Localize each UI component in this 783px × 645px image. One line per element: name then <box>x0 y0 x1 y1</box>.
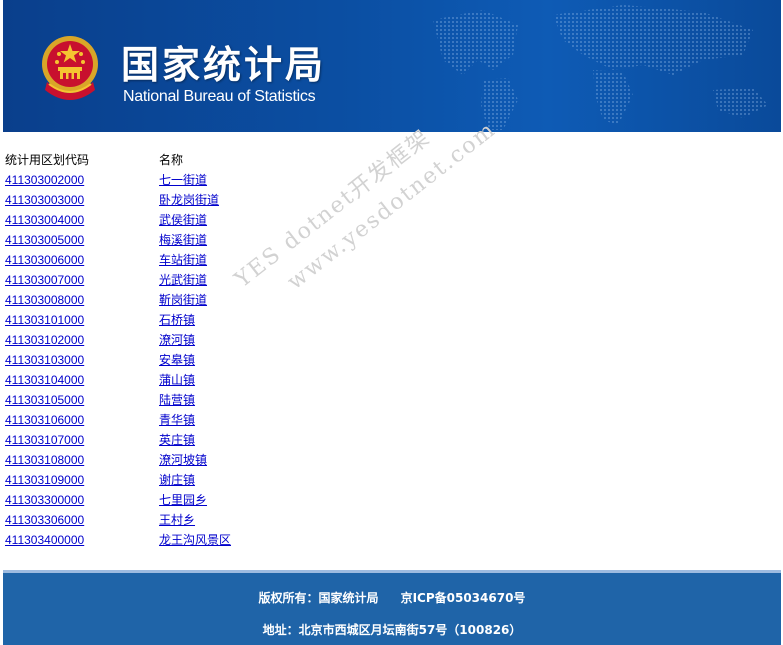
watermark-line1: YES dotnet开发框架 <box>230 124 436 293</box>
region-code-link[interactable]: 411303306000 <box>5 513 84 527</box>
world-map-icon <box>433 5 768 130</box>
region-code-link[interactable]: 411303105000 <box>5 393 84 407</box>
header-banner: 国家统计局 National Bureau of Statistics <box>3 0 781 132</box>
region-code-link[interactable]: 411303108000 <box>5 453 84 467</box>
region-name-link[interactable]: 陆营镇 <box>159 393 195 407</box>
table-row: 411303103000 安皋镇 <box>5 350 231 370</box>
icp-text: 京ICP备05034670号 <box>400 591 526 605</box>
table-row: 411303004000 武侯街道 <box>5 210 231 230</box>
table-row: 411303007000 光武街道 <box>5 270 231 290</box>
table-row: 411303102000 潦河镇 <box>5 330 231 350</box>
region-code-link[interactable]: 411303107000 <box>5 433 84 447</box>
region-code-link[interactable]: 411303109000 <box>5 473 84 487</box>
region-table: 统计用区划代码 名称 411303002000 七一街道 41130300300… <box>5 150 231 550</box>
region-code-link[interactable]: 411303104000 <box>5 373 84 387</box>
site-title-cn: 国家统计局 <box>121 43 327 87</box>
table-row: 411303106000 青华镇 <box>5 410 231 430</box>
region-name-link[interactable]: 潦河坡镇 <box>159 453 207 467</box>
table-row: 411303107000 英庄镇 <box>5 430 231 450</box>
watermark-line2: www.yesdotnet.com <box>282 116 502 296</box>
copyright-text: 版权所有：国家统计局 <box>258 591 379 605</box>
region-name-link[interactable]: 龙王沟风景区 <box>159 533 231 547</box>
table-row: 411303002000 七一街道 <box>5 170 231 190</box>
table-row: 411303306000 王村乡 <box>5 510 231 530</box>
region-code-link[interactable]: 411303008000 <box>5 293 84 307</box>
region-name-link[interactable]: 石桥镇 <box>159 313 195 327</box>
region-name-link[interactable]: 车站街道 <box>159 253 207 267</box>
region-name-link[interactable]: 蒲山镇 <box>159 373 195 387</box>
column-header-name: 名称 <box>159 153 184 167</box>
footer: 版权所有：国家统计局 京ICP备05034670号 地址：北京市西城区月坛南街57… <box>3 570 781 645</box>
table-row: 411303400000 龙王沟风景区 <box>5 530 231 550</box>
region-name-link[interactable]: 梅溪街道 <box>159 233 207 247</box>
region-name-link[interactable]: 武侯街道 <box>159 213 207 227</box>
region-name-link[interactable]: 靳岗街道 <box>159 293 207 307</box>
region-name-link[interactable]: 卧龙岗街道 <box>159 193 219 207</box>
region-code-link[interactable]: 411303003000 <box>5 193 84 207</box>
region-name-link[interactable]: 英庄镇 <box>159 433 195 447</box>
region-code-link[interactable]: 411303004000 <box>5 213 84 227</box>
table-row: 411303108000 潦河坡镇 <box>5 450 231 470</box>
table-row: 411303005000 梅溪街道 <box>5 230 231 250</box>
table-row: 411303105000 陆营镇 <box>5 390 231 410</box>
table-row: 411303003000 卧龙岗街道 <box>5 190 231 210</box>
region-name-link[interactable]: 青华镇 <box>159 413 195 427</box>
table-row: 411303101000 石桥镇 <box>5 310 231 330</box>
region-code-link[interactable]: 411303005000 <box>5 233 84 247</box>
national-emblem-icon <box>42 36 98 100</box>
page: 国家统计局 National Bureau of Statistics 统计用区… <box>0 0 783 645</box>
region-name-link[interactable]: 安皋镇 <box>159 353 195 367</box>
table-row: 411303006000 车站街道 <box>5 250 231 270</box>
region-name-link[interactable]: 七里园乡 <box>159 493 207 507</box>
region-code-link[interactable]: 411303400000 <box>5 533 84 547</box>
region-name-link[interactable]: 谢庄镇 <box>159 473 195 487</box>
region-code-link[interactable]: 411303006000 <box>5 253 84 267</box>
table-row: 411303008000 靳岗街道 <box>5 290 231 310</box>
table-row: 411303104000 蒲山镇 <box>5 370 231 390</box>
region-code-link[interactable]: 411303103000 <box>5 353 84 367</box>
column-header-code: 统计用区划代码 <box>5 153 90 167</box>
table-row: 411303109000 谢庄镇 <box>5 470 231 490</box>
region-name-link[interactable]: 王村乡 <box>159 513 195 527</box>
region-code-link[interactable]: 411303002000 <box>5 173 84 187</box>
region-code-link[interactable]: 411303300000 <box>5 493 84 507</box>
footer-address: 地址：北京市西城区月坛南街57号（100826） <box>262 623 522 637</box>
region-code-link[interactable]: 411303101000 <box>5 313 84 327</box>
table-row: 411303300000 七里园乡 <box>5 490 231 510</box>
region-name-link[interactable]: 潦河镇 <box>159 333 195 347</box>
table-header-row: 统计用区划代码 名称 <box>5 150 231 170</box>
region-code-link[interactable]: 411303007000 <box>5 273 84 287</box>
region-name-link[interactable]: 光武街道 <box>159 273 207 287</box>
site-title-en: National Bureau of Statistics <box>123 88 316 105</box>
region-code-link[interactable]: 411303106000 <box>5 413 84 427</box>
region-code-link[interactable]: 411303102000 <box>5 333 84 347</box>
footer-copyright-line: 版权所有：国家统计局 京ICP备05034670号 <box>3 589 781 606</box>
region-name-link[interactable]: 七一街道 <box>159 173 207 187</box>
